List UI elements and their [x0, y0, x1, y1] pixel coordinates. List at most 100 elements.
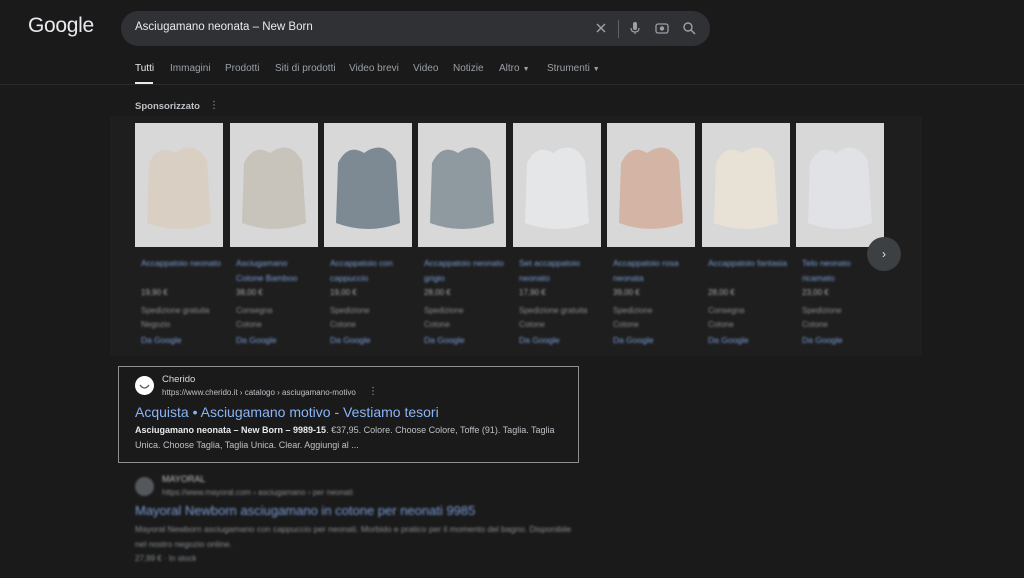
result-url[interactable]: https://www.mayoral.com › asciugamano › …: [162, 488, 353, 497]
product-more-link[interactable]: Da Google: [424, 335, 465, 345]
tab-siti-di-prodotti[interactable]: Siti di prodotti: [275, 63, 336, 74]
product-card[interactable]: Telo neonato ricamato 23,00 € Spedizione Co…: [796, 123, 884, 353]
product-more-link[interactable]: Da Google: [236, 335, 277, 345]
product-more-link[interactable]: Da Google: [330, 335, 371, 345]
product-shipping: Spedizione Cotone: [613, 306, 653, 329]
smile-icon: [139, 384, 150, 389]
product-photo: [324, 123, 412, 247]
product-price: 39,00 €: [613, 288, 640, 297]
product-shipping: Spedizione Cotone: [330, 306, 370, 329]
product-more-link[interactable]: Da Google: [708, 335, 749, 345]
site-favicon: [135, 477, 154, 496]
product-image[interactable]: [607, 123, 695, 247]
product-price: 19,90 €: [141, 288, 168, 297]
tab-notizie[interactable]: Notizie: [453, 63, 484, 74]
result-title-link[interactable]: Acquista • Asciugamano motivo - Vestiamo…: [135, 404, 439, 420]
product-more-link[interactable]: Da Google: [519, 335, 560, 345]
product-more-link[interactable]: Da Google: [613, 335, 654, 345]
product-price: 28,00 €: [708, 288, 735, 297]
product-photo: [418, 123, 506, 247]
product-shipping: Spedizione Cotone: [424, 306, 464, 329]
product-photo: [513, 123, 601, 247]
camera-lens-icon[interactable]: [654, 20, 670, 36]
product-shape: [525, 147, 589, 229]
product-shipping: Spedizione gratuita Negozio: [141, 306, 210, 329]
product-image[interactable]: [135, 123, 223, 247]
site-favicon: [135, 376, 154, 395]
product-photo: [135, 123, 223, 247]
tab-altro[interactable]: Altro ▼: [499, 63, 530, 74]
product-image[interactable]: [702, 123, 790, 247]
product-shape: [147, 147, 211, 229]
product-price: 28,00 €: [424, 288, 451, 297]
result-site-name[interactable]: Cherido: [162, 374, 195, 385]
product-image[interactable]: [513, 123, 601, 247]
product-card[interactable]: Accappatoio rosa neonata 39,00 € Spedizion…: [607, 123, 695, 353]
product-shape: [336, 147, 400, 229]
search-divider: [618, 20, 619, 38]
google-logo[interactable]: Google: [28, 14, 94, 38]
product-card[interactable]: Accappatoio con cappuccio 19,00 € Spedizio…: [324, 123, 412, 353]
product-photo: [702, 123, 790, 247]
product-price: 38,00 €: [236, 288, 263, 297]
product-card[interactable]: Accappatoio fantasia 28,00 € Consegna Coton…: [702, 123, 790, 353]
product-image[interactable]: [230, 123, 318, 247]
product-title[interactable]: Accappatoio neonato: [141, 256, 221, 271]
product-card[interactable]: Asciugamano Cotone Bamboo 38,00 € Consegna…: [230, 123, 318, 353]
product-price: 23,00 €: [802, 288, 829, 297]
search-result: MAYORAL https://www.mayoral.com › asciug…: [0, 468, 1024, 578]
product-price: 19,00 €: [330, 288, 357, 297]
more-options-icon[interactable]: ⋮: [209, 100, 219, 111]
product-photo: [230, 123, 318, 247]
header-divider: [0, 84, 1024, 85]
search-icon[interactable]: [681, 20, 697, 36]
product-shape: [242, 147, 306, 229]
mic-icon[interactable]: [627, 20, 643, 36]
snippet-bold: Asciugamano neonata – New Born – 9989-15: [135, 425, 327, 435]
product-shape: [430, 147, 494, 229]
product-shipping: Spedizione Cotone: [802, 306, 842, 329]
product-shipping: Spedizione gratuita Cotone: [519, 306, 588, 329]
result-site-name[interactable]: MAYORAL: [162, 474, 205, 484]
tab-video[interactable]: Video: [413, 63, 438, 74]
product-image[interactable]: [324, 123, 412, 247]
tab-prodotti[interactable]: Prodotti: [225, 63, 259, 74]
result-meta: 27,99 € · In stock: [135, 554, 197, 563]
result-url[interactable]: https://www.cherido.it › catalogo › asci…: [162, 388, 356, 397]
result-snippet: Asciugamano neonata – New Born – 9989-15…: [135, 423, 565, 453]
product-card[interactable]: Accappatoio neonato grigio 28,00 € Spedizi…: [418, 123, 506, 353]
close-icon[interactable]: [593, 20, 609, 36]
product-title[interactable]: Accappatoio fantasia: [708, 256, 788, 271]
product-title[interactable]: Set accappatoio neonato: [519, 256, 599, 286]
product-shape: [619, 147, 683, 229]
search-bar[interactable]: Asciugamano neonata – New Born: [121, 11, 710, 46]
product-shape: [714, 147, 778, 229]
product-shape: [808, 147, 872, 229]
product-photo: [607, 123, 695, 247]
more-options-icon[interactable]: ⋮: [368, 386, 378, 397]
chevron-down-icon: ▼: [522, 66, 530, 73]
carousel-next-button[interactable]: ›: [867, 237, 901, 271]
tab-video-brevi[interactable]: Video brevi: [349, 63, 399, 74]
product-shipping: Consegna Cotone: [236, 306, 273, 329]
product-more-link[interactable]: Da Google: [141, 335, 182, 345]
product-title[interactable]: Accappatoio con cappuccio: [330, 256, 410, 286]
product-shipping: Consegna Cotone: [708, 306, 745, 329]
result-snippet: Mayoral Newborn asciugamano con cappucci…: [135, 524, 572, 549]
search-input[interactable]: Asciugamano neonata – New Born: [135, 21, 313, 33]
tab-immagini[interactable]: Immagini: [170, 63, 211, 74]
product-price: 17,90 €: [519, 288, 546, 297]
product-image[interactable]: [796, 123, 884, 247]
product-card[interactable]: Accappatoio neonato 19,90 € Spedizione gra…: [135, 123, 223, 353]
result-title-link[interactable]: Mayoral Newborn asciugamano in cotone pe…: [135, 503, 475, 518]
chevron-down-icon: ▼: [592, 66, 600, 73]
sponsored-label: Sponsorizzato: [135, 101, 200, 112]
product-title[interactable]: Accappatoio neonato grigio: [424, 256, 504, 286]
tab-strumenti[interactable]: Strumenti ▼: [547, 63, 600, 74]
product-title[interactable]: Accappatoio rosa neonata: [613, 256, 693, 286]
product-more-link[interactable]: Da Google: [802, 335, 843, 345]
tab-tutti[interactable]: Tutti: [135, 63, 154, 74]
product-title[interactable]: Asciugamano Cotone Bamboo: [236, 256, 316, 286]
product-image[interactable]: [418, 123, 506, 247]
product-card[interactable]: Set accappatoio neonato 17,90 € Spedizione…: [513, 123, 601, 353]
